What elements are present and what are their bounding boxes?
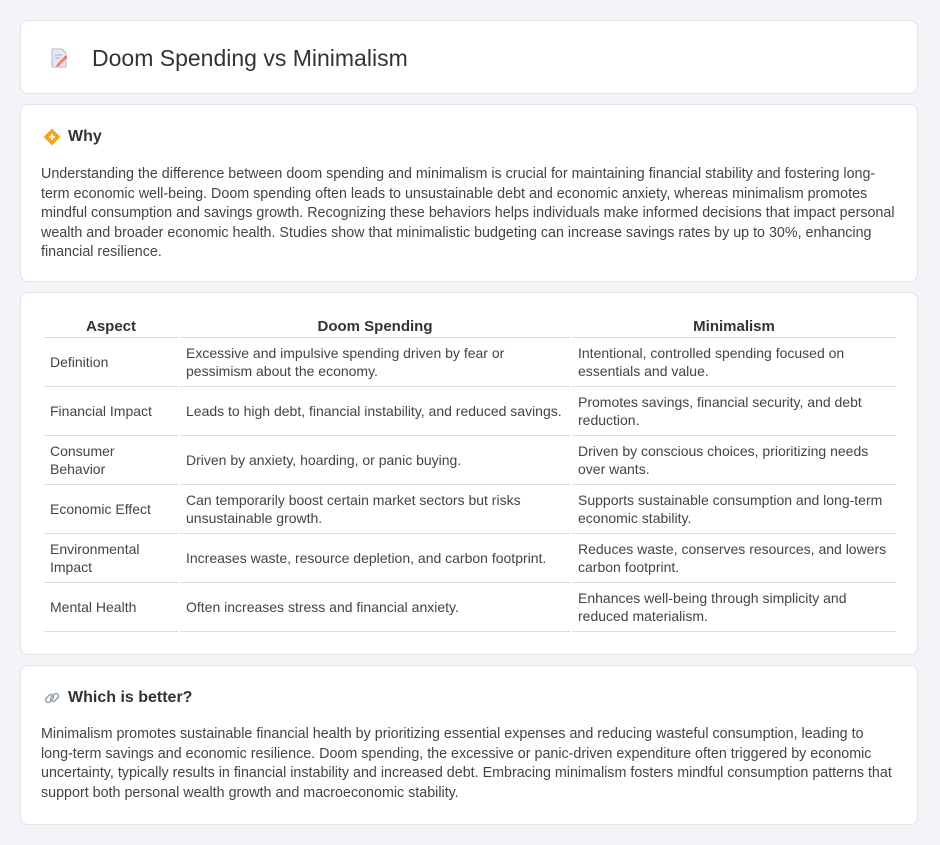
minimalism-cell: Supports sustainable consumption and lon…: [572, 485, 896, 534]
table-row: Definition Excessive and impulsive spend…: [44, 338, 896, 387]
why-header: Why: [43, 127, 102, 147]
title-card: Doom Spending vs Minimalism: [20, 20, 918, 94]
better-header: Which is better?: [43, 688, 192, 708]
which-is-better-section: Which is better? Minimalism promotes sus…: [20, 665, 918, 825]
column-header-minimalism: Minimalism: [572, 314, 896, 338]
table-row: Consumer Behavior Driven by anxiety, hoa…: [44, 436, 896, 485]
table-row: Mental Health Often increases stress and…: [44, 583, 896, 632]
why-heading: Why: [68, 128, 102, 145]
document-pencil-icon: [51, 48, 68, 68]
aspect-cell: Mental Health: [44, 583, 178, 632]
minimalism-cell: Intentional, controlled spending focused…: [572, 338, 896, 387]
aspect-cell: Definition: [44, 338, 178, 387]
table-row: Financial Impact Leads to high debt, fin…: [44, 387, 896, 436]
table-header-row: Aspect Doom Spending Minimalism: [44, 314, 896, 338]
column-header-aspect: Aspect: [44, 314, 178, 338]
doom-spending-cell: Can temporarily boost certain market sec…: [180, 485, 570, 534]
doom-spending-cell: Driven by anxiety, hoarding, or panic bu…: [180, 436, 570, 485]
doom-spending-cell: Excessive and impulsive spending driven …: [180, 338, 570, 387]
diamond-arrows-icon: [43, 128, 61, 146]
better-heading: Which is better?: [68, 689, 193, 706]
table-row: Economic Effect Can temporarily boost ce…: [44, 485, 896, 534]
doom-spending-cell: Leads to high debt, financial instabilit…: [180, 387, 570, 436]
doom-spending-cell: Increases waste, resource depletion, and…: [180, 534, 570, 583]
doom-spending-cell: Often increases stress and financial anx…: [180, 583, 570, 632]
aspect-cell: Economic Effect: [44, 485, 178, 534]
comparison-section: Aspect Doom Spending Minimalism Definiti…: [20, 292, 918, 655]
comparison-table: Aspect Doom Spending Minimalism Definiti…: [42, 314, 898, 632]
why-text: Understanding the difference between doo…: [41, 166, 895, 261]
minimalism-cell: Driven by conscious choices, prioritizin…: [572, 436, 896, 485]
aspect-cell: Consumer Behavior: [44, 436, 178, 485]
aspect-cell: Environmental Impact: [44, 534, 178, 583]
page-title: Doom Spending vs Minimalism: [92, 45, 408, 71]
aspect-cell: Financial Impact: [44, 387, 178, 436]
minimalism-cell: Enhances well-being through simplicity a…: [572, 583, 896, 632]
table-row: Environmental Impact Increases waste, re…: [44, 534, 896, 583]
minimalism-cell: Reduces waste, conserves resources, and …: [572, 534, 896, 583]
minimalism-cell: Promotes savings, financial security, an…: [572, 387, 896, 436]
why-section: Why Understanding the difference between…: [20, 104, 918, 282]
link-icon: [44, 692, 60, 704]
column-header-doom-spending: Doom Spending: [180, 314, 570, 338]
better-text: Minimalism promotes sustainable financia…: [41, 726, 892, 801]
